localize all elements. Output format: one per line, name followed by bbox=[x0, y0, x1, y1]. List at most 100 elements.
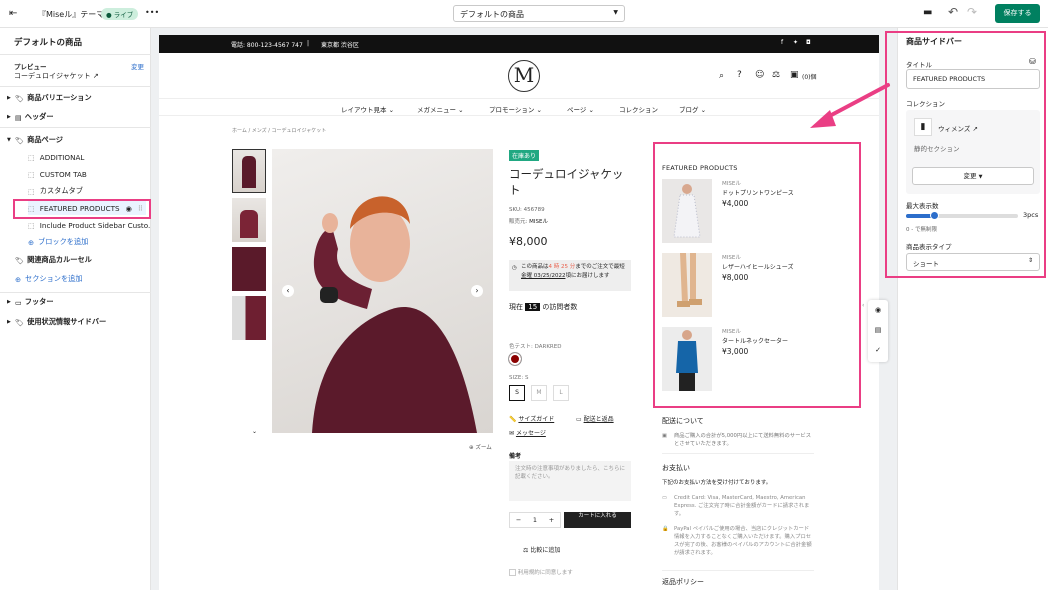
preview-change-link[interactable]: 変更 bbox=[131, 61, 144, 71]
plus-button[interactable]: + bbox=[549, 516, 554, 524]
size-guide-link[interactable]: 📏 サイズガイド bbox=[509, 414, 554, 423]
block-item-featured-products[interactable]: ⬚ FEATURED PRODUCTS ◉ ⠿ bbox=[28, 201, 146, 215]
color-swatch-darkred[interactable] bbox=[508, 352, 522, 366]
max-items-slider[interactable] bbox=[906, 211, 1018, 220]
dynamic-source-icon[interactable]: ⛁ bbox=[1029, 57, 1036, 66]
thumbnail[interactable] bbox=[232, 149, 266, 193]
compare-icon[interactable]: ⚖ bbox=[772, 70, 780, 80]
nav-item[interactable]: コレクション bbox=[619, 104, 679, 114]
sidebar-item-variations[interactable]: ▶ 🏷 商品バリエーション bbox=[7, 91, 92, 105]
nav-item[interactable]: レイアウト見本 ⌄ bbox=[341, 104, 417, 114]
delivery-text-body: 商品ご購入の合計が5,000円以上にて送料無料のサービスとさせていただきます。 bbox=[674, 433, 811, 447]
check-icon[interactable]: ✓ bbox=[868, 340, 888, 360]
vendor-value[interactable]: MISEル bbox=[529, 219, 548, 225]
nav-label: レイアウト見本 bbox=[341, 106, 387, 114]
thumbnail[interactable] bbox=[232, 198, 266, 242]
thumbnail[interactable] bbox=[232, 247, 266, 291]
slider-thumb[interactable] bbox=[930, 211, 939, 220]
featured-image[interactable] bbox=[662, 253, 712, 317]
breadcrumb-item[interactable]: メンズ bbox=[252, 128, 267, 134]
terms-checkbox[interactable]: 利用規約に同意します bbox=[509, 568, 573, 576]
featured-name[interactable]: ドットプリントワンピース bbox=[722, 188, 794, 197]
add-section-button[interactable]: ⊕ セクションを追加 bbox=[15, 272, 83, 286]
notice-date: 金曜 03/25/2022 bbox=[521, 272, 566, 279]
breadcrumb-item[interactable]: ホーム bbox=[232, 128, 247, 134]
display-type-select[interactable]: ショート ⇕ bbox=[906, 253, 1040, 271]
tag-icon: 🏷 bbox=[15, 135, 25, 145]
caret-right-icon: ▶ bbox=[7, 299, 11, 305]
exit-icon[interactable]: ⇤ bbox=[9, 8, 17, 19]
divider bbox=[662, 453, 814, 454]
shipping-link[interactable]: ▭ 配送と返品 bbox=[576, 414, 614, 423]
compare-button[interactable]: ⚖ 比較に追加 bbox=[523, 545, 560, 554]
undo-icon[interactable]: ↶ bbox=[948, 5, 958, 19]
sidebar-item-footer[interactable]: ▶ ▭ フッター bbox=[7, 295, 54, 309]
eye-icon[interactable]: ◉ bbox=[868, 300, 888, 320]
featured-price: ¥4,000 bbox=[722, 199, 749, 208]
desktop-icon[interactable]: ▬ bbox=[923, 7, 932, 18]
nav-item[interactable]: ページ ⌄ bbox=[567, 104, 619, 114]
sidebar-item-usage-sidebar[interactable]: ▶ 🏷 使用状況情報サイドバー bbox=[7, 315, 106, 329]
featured-name[interactable]: レザーハイヒールシューズ bbox=[722, 262, 793, 271]
featured-name[interactable]: タートルネックセーター bbox=[722, 336, 788, 345]
eye-icon[interactable]: ◉ bbox=[126, 204, 132, 213]
cart-icon[interactable]: ▣ bbox=[790, 70, 799, 80]
block-item[interactable]: ⬚ ADDITIONAL bbox=[28, 150, 84, 164]
save-button[interactable]: 保存する bbox=[995, 4, 1040, 23]
add-to-cart-button[interactable]: カートに入れる bbox=[564, 512, 631, 528]
max-items-help: 0 - で無制限 bbox=[906, 227, 937, 233]
message-link[interactable]: ✉ メッセージ bbox=[509, 428, 546, 437]
compare-label: 比較に追加 bbox=[530, 547, 561, 554]
chevron-down-icon[interactable]: ⌄ bbox=[252, 428, 257, 435]
featured-vendor: MISEル bbox=[722, 329, 741, 335]
chevron-down-icon: ▼ bbox=[613, 9, 618, 16]
size-option-m[interactable]: M bbox=[531, 385, 547, 401]
instagram-icon[interactable]: ◘ bbox=[806, 39, 811, 46]
collection-name[interactable]: ウィメンズ ↗ bbox=[938, 123, 978, 133]
featured-image[interactable] bbox=[662, 179, 712, 243]
payment-subtitle: 下記のお支払い方法を受け付けております。 bbox=[662, 480, 772, 486]
template-select[interactable]: デフォルトの商品 ▼ bbox=[453, 5, 625, 22]
account-icon[interactable]: ☺ bbox=[755, 70, 764, 80]
block-item[interactable]: ⬚ Include Product Sidebar Custo... bbox=[28, 218, 155, 232]
product-main-image[interactable]: ‹ › bbox=[272, 149, 493, 433]
clipboard-icon[interactable]: ▤ bbox=[868, 320, 888, 340]
sidebar-item-product-page[interactable]: ▼ 🏷 商品ページ bbox=[7, 133, 63, 147]
quantity-stepper[interactable]: − 1 + bbox=[509, 512, 561, 528]
notes-textarea[interactable]: 注文時の注意事項がありましたら、こちらに記載ください。 bbox=[509, 461, 631, 501]
thumbnail[interactable] bbox=[232, 296, 266, 340]
nav-item[interactable]: メガメニュー ⌄ bbox=[417, 104, 489, 114]
visitor-counter: 現在 15 の訪問者数 bbox=[509, 302, 577, 312]
title-input[interactable]: FEATURED PRODUCTS bbox=[906, 69, 1040, 89]
change-collection-button[interactable]: 変更 ▼ bbox=[912, 167, 1034, 185]
nav-item[interactable]: ブログ ⌄ bbox=[679, 104, 729, 114]
redo-icon[interactable]: ↷ bbox=[967, 5, 977, 19]
help-icon[interactable]: ? bbox=[737, 70, 742, 80]
sidebar-item-related[interactable]: 🏷 関連商品カルーセル bbox=[15, 253, 92, 267]
select-arrows-icon: ⇕ bbox=[1027, 257, 1033, 264]
featured-image[interactable] bbox=[662, 327, 712, 391]
size-option-l[interactable]: L bbox=[553, 385, 569, 401]
collapse-arrow-icon[interactable]: ‹ bbox=[862, 302, 864, 309]
next-arrow-icon[interactable]: › bbox=[471, 285, 483, 297]
search-icon[interactable]: ⌕ bbox=[719, 71, 724, 81]
block-item[interactable]: ⬚ CUSTOM TAB bbox=[28, 167, 87, 181]
announce-phone: 電話: 800-123-4567 747 bbox=[231, 42, 303, 49]
sidebar-item-header[interactable]: ▶ ▤ ヘッダー bbox=[7, 110, 54, 124]
preview-item[interactable]: コーデュロイジャケット ↗ bbox=[14, 71, 99, 81]
size-option-s[interactable]: S bbox=[509, 385, 525, 401]
block-item[interactable]: ⬚ カスタムタブ bbox=[28, 184, 83, 198]
facebook-icon[interactable]: f bbox=[781, 39, 783, 46]
nav-item[interactable]: プロモーション ⌄ bbox=[489, 104, 567, 114]
store-logo[interactable]: M bbox=[508, 60, 540, 92]
minus-button[interactable]: − bbox=[516, 516, 521, 524]
twitter-icon[interactable]: ✦ bbox=[793, 39, 798, 46]
more-icon[interactable]: ••• bbox=[145, 8, 159, 17]
product-title-line: ト bbox=[509, 183, 521, 197]
product-title: コーデュロイジャケット bbox=[509, 166, 623, 198]
zoom-control[interactable]: ⊕ ズーム bbox=[469, 443, 492, 451]
visitors-number: 15 bbox=[525, 303, 541, 311]
prev-arrow-icon[interactable]: ‹ bbox=[282, 285, 294, 297]
drag-handle-icon[interactable]: ⠿ bbox=[138, 204, 143, 213]
add-block-button[interactable]: ⊕ ブロックを追加 bbox=[28, 235, 88, 249]
